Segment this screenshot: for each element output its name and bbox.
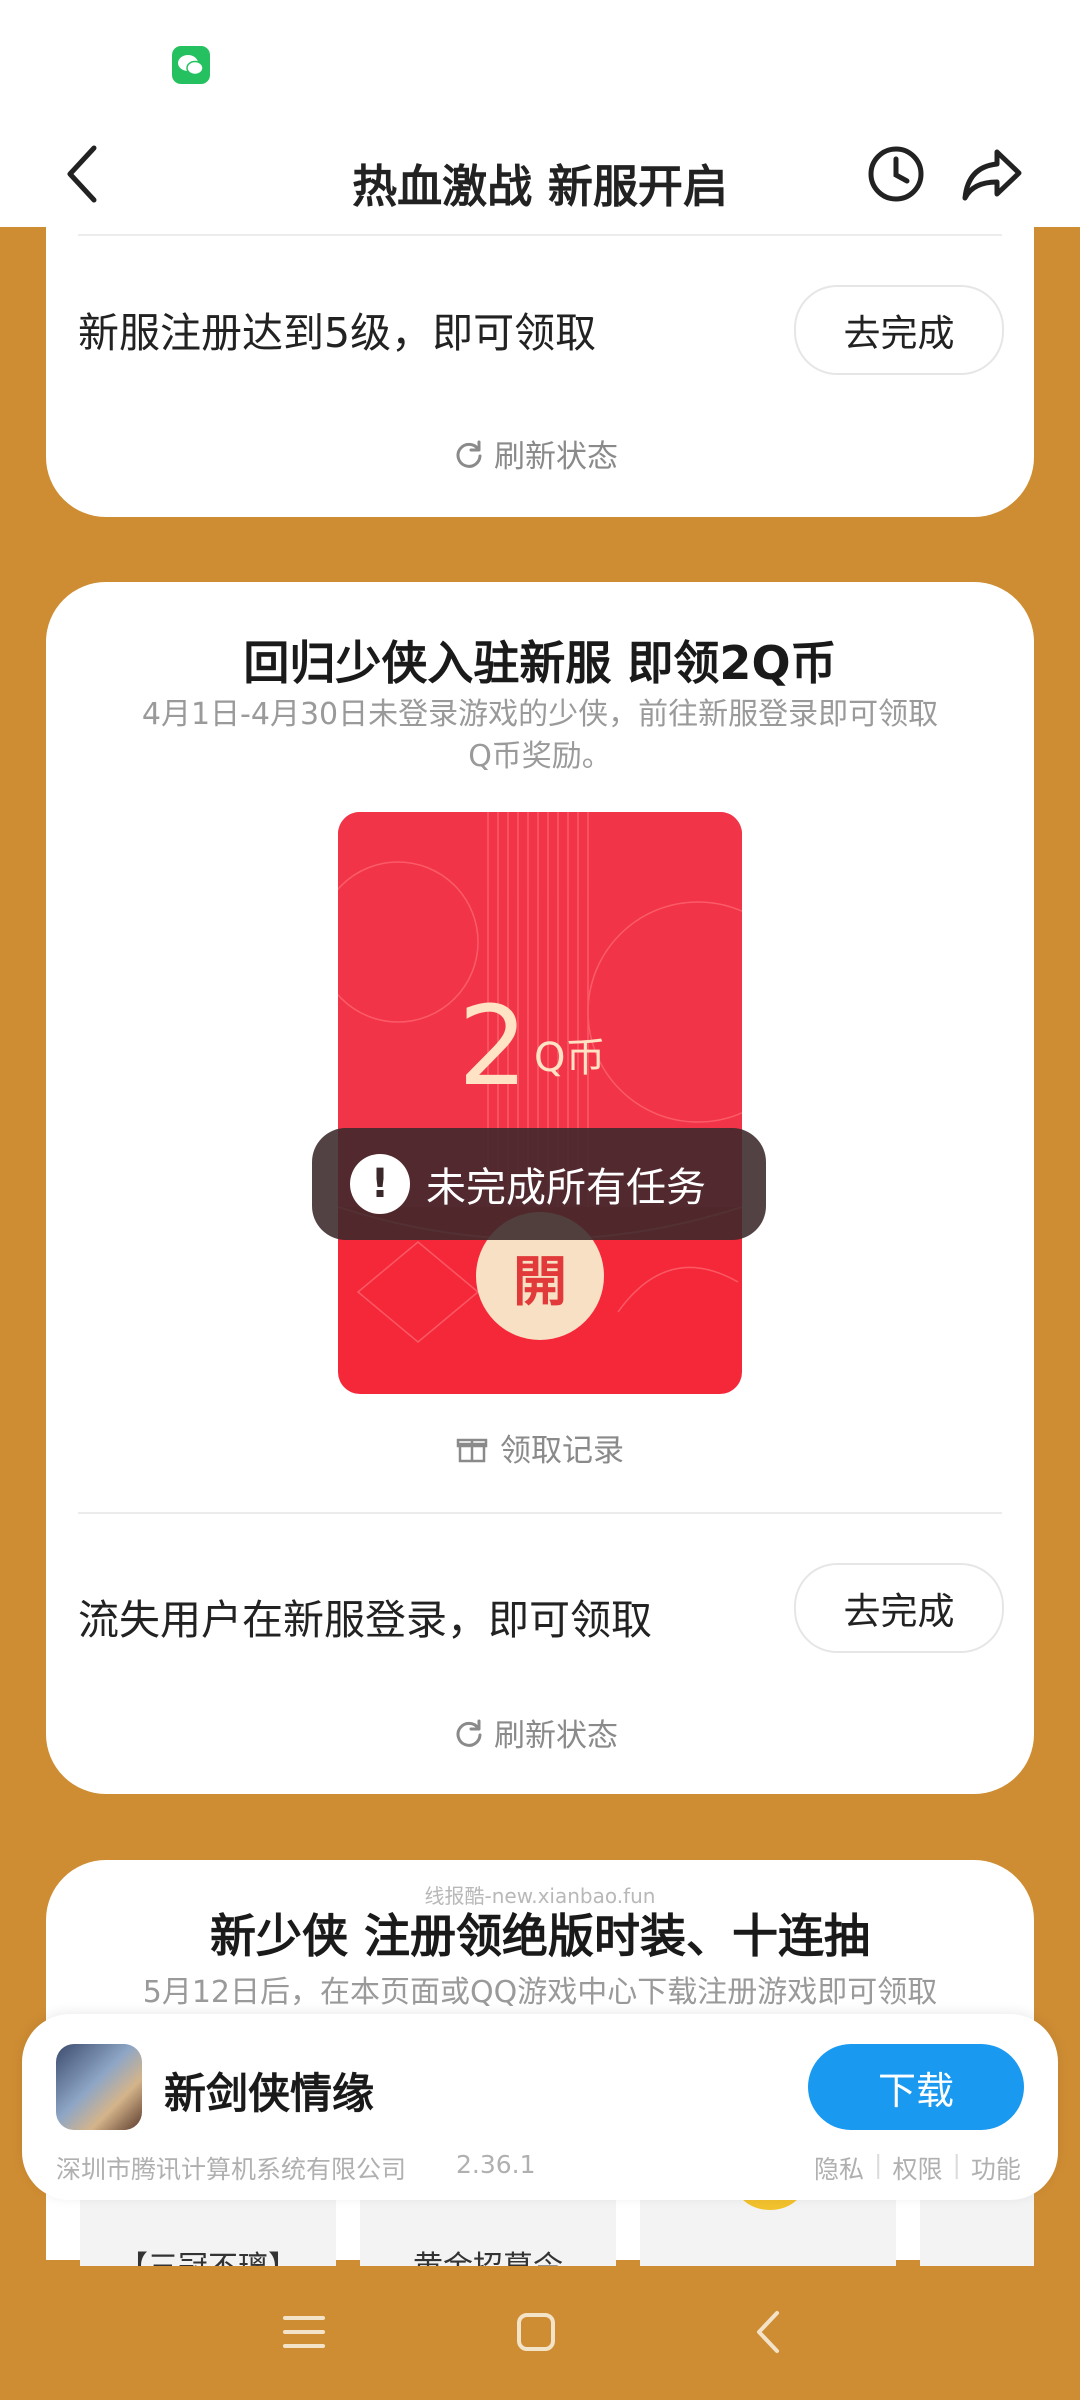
share-button[interactable] [956,138,1028,210]
go-complete-button[interactable]: 去完成 [794,1563,1004,1653]
section-title: 回归少侠入驻新服 即领2Q币 [243,636,837,690]
watermark: 线报酷-new.xianbao.fun [424,1884,656,1908]
toast-message: 未完成所有任务 [426,1165,706,1211]
refresh-label: 刷新状态 [494,1718,618,1754]
menu-icon [283,2316,325,2348]
separator: | [874,2150,883,2179]
home-button[interactable] [496,2292,576,2372]
share-icon [962,149,1022,201]
privacy-link[interactable]: 隐私 [814,2150,864,2186]
refresh-label: 刷新状态 [494,439,618,475]
app-name: 新剑侠情缘 [164,2069,375,2118]
divider [78,1512,1002,1514]
download-button[interactable]: 下载 [808,2044,1024,2130]
description-line-2: Q币奖励。 [468,739,612,774]
history-clock-icon [868,146,924,202]
gift-icon [456,1438,488,1462]
description-line-1: 4月1日-4月30日未登录游戏的少侠，前往新服登录即可领取 [141,697,939,732]
qcoin-unit: Q币 [534,1035,606,1081]
task-description: 流失用户在新服登录，即可领取 [78,1596,652,1644]
features-link[interactable]: 功能 [971,2150,1021,2186]
go-complete-button[interactable]: 去完成 [794,285,1004,375]
divider [78,234,1002,236]
home-icon [517,2313,555,2351]
nav-back-button[interactable] [728,2292,808,2372]
download-banner: 新剑侠情缘 下载 深圳市腾讯计算机系统有限公司 2.36.1 隐私 | 权限 |… [22,2014,1058,2200]
incomplete-toast: ! 未完成所有任务 [312,1128,766,1240]
refresh-icon [456,440,482,468]
developer-name: 深圳市腾讯计算机系统有限公司 [56,2155,407,2184]
qcoin-amount: 2 [458,982,528,1110]
status-bar [0,0,1080,130]
menu-button[interactable] [264,2292,344,2372]
section-description: 4月1日-4月30日未登录游戏的少侠，前往新服登录即可领取 Q币奖励。 [46,694,1034,778]
refresh-icon [456,1719,482,1747]
task-card: 新服注册达到5级，即可领取 去完成 刷新状态 [46,227,1034,517]
section-description: 5月12日后，在本页面或QQ游戏中心下载注册游戏即可领取 [142,1975,938,2010]
records-label: 领取记录 [500,1433,624,1469]
history-button[interactable] [860,138,932,210]
permissions-link[interactable]: 权限 [892,2150,942,2186]
section-title: 新少侠 注册领绝版时装、十连抽 [209,1909,870,1963]
refresh-status-link[interactable]: 刷新状态 [454,1710,618,1755]
app-icon [56,2044,142,2130]
refresh-status-link[interactable]: 刷新状态 [454,431,618,476]
app-version: 2.36.1 [456,2150,536,2179]
task-description: 新服注册达到5级，即可领取 [78,309,597,357]
nav-back-icon [757,2311,779,2353]
app-info-links: 隐私 | 权限 | 功能 [814,2150,1021,2186]
separator: | [952,2150,961,2179]
exclamation-icon: ! [350,1154,410,1214]
wechat-icon [172,46,210,84]
red-packet[interactable]: 2 Q币 開 [338,812,742,1394]
claim-records-link[interactable]: 领取记录 [0,1425,1080,1470]
